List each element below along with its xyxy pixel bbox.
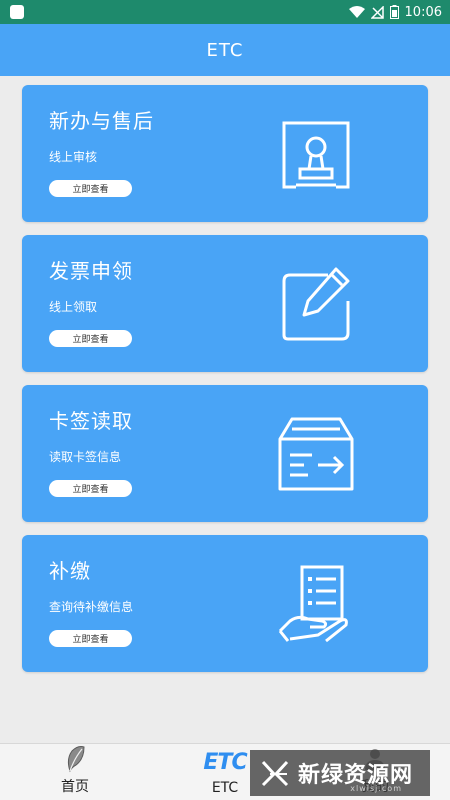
card-title: 发票申领 [49, 259, 133, 283]
nav-label: ETC [211, 780, 239, 796]
card-new-service[interactable]: 新办与售后 线上审核 立即查看 [22, 85, 428, 222]
card-subtitle: 查询待补缴信息 [49, 600, 134, 614]
nav-label: 首页 [61, 779, 89, 795]
card-invoice[interactable]: 发票申领 线上领取 立即查看 [22, 235, 428, 372]
signal-off-icon [370, 5, 384, 19]
card-title: 卡签读取 [49, 409, 133, 433]
card-subtitle: 线上领取 [49, 300, 98, 314]
watermark: 新绿资源网 xlwlsj.com [250, 750, 430, 796]
view-now-button[interactable]: 立即查看 [49, 180, 132, 197]
view-now-button[interactable]: 立即查看 [49, 630, 132, 647]
app-header: ETC [0, 24, 450, 76]
card-title: 新办与售后 [49, 109, 154, 133]
edit-pen-icon [282, 267, 350, 341]
status-bar: 10:06 [0, 0, 450, 24]
watermark-logo-icon [261, 760, 289, 787]
page-title: ETC [206, 39, 244, 61]
card-subtitle: 线上审核 [49, 150, 98, 164]
view-now-button[interactable]: 立即查看 [49, 330, 132, 347]
leaf-icon [67, 745, 85, 772]
view-now-button[interactable]: 立即查看 [49, 480, 132, 497]
notification-icon [10, 5, 24, 19]
stamp-icon [282, 121, 350, 189]
card-read-tag[interactable]: 卡签读取 读取卡签信息 立即查看 [22, 385, 428, 522]
card-title: 补缴 [49, 559, 91, 583]
nav-item-home[interactable]: 首页 [0, 744, 150, 800]
card-payment[interactable]: 补缴 查询待补缴信息 立即查看 [22, 535, 428, 672]
card-subtitle: 读取卡签信息 [49, 450, 122, 464]
battery-icon [389, 5, 399, 19]
watermark-url: xlwlsj.com [350, 784, 402, 793]
status-icons: 10:06 [348, 4, 442, 20]
etc-logo: ETC [203, 749, 247, 775]
wifi-icon [348, 5, 365, 18]
hand-document-icon [278, 565, 348, 643]
clock: 10:06 [404, 4, 442, 20]
card-reader-icon [278, 417, 354, 491]
